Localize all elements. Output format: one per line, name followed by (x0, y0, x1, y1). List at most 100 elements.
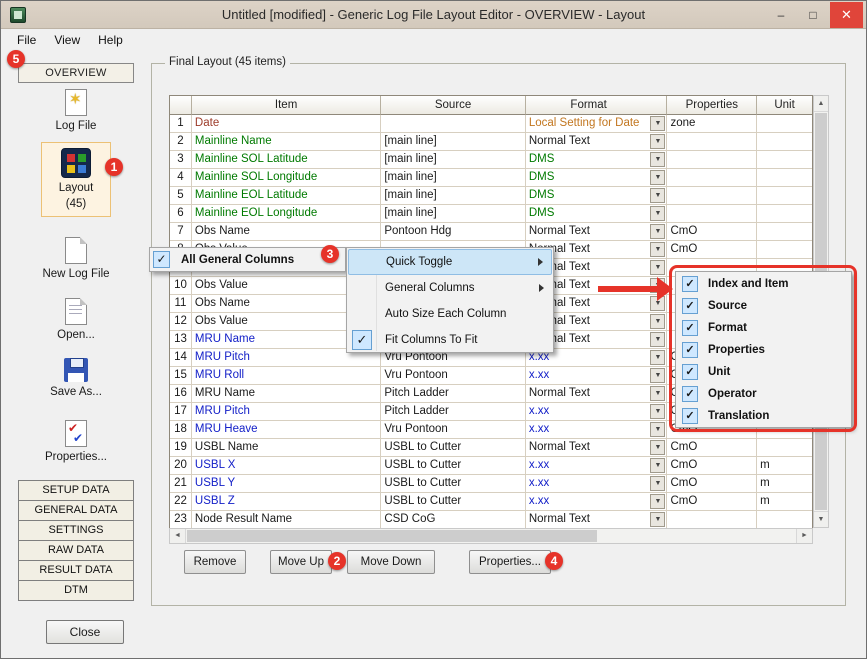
minimize-button[interactable]: – (766, 2, 796, 28)
unit-cell (757, 241, 812, 259)
menu-checkbox-icon[interactable]: ✓ (352, 330, 372, 350)
format-dropdown-button[interactable]: ▼ (650, 260, 665, 275)
sidebar-button-raw-data[interactable]: RAW DATA (18, 540, 134, 561)
format-dropdown-button[interactable]: ▼ (650, 332, 665, 347)
format-dropdown-button[interactable]: ▼ (650, 242, 665, 257)
item-cell: MRU Pitch (192, 403, 381, 421)
column-header-format[interactable]: Format (526, 96, 668, 115)
format-dropdown-button[interactable]: ▼ (650, 440, 665, 455)
close-button[interactable]: Close (46, 620, 124, 644)
sidebar-item-new-log-file[interactable]: New Log File (26, 237, 126, 280)
column-header-source[interactable]: Source (381, 96, 526, 115)
format-dropdown-button[interactable]: ▼ (650, 458, 665, 473)
format-dropdown-button[interactable]: ▼ (650, 422, 665, 437)
table-row[interactable]: 2Mainline Name[main line]Normal Text▼ (170, 133, 812, 151)
properties-button[interactable]: Properties... (469, 550, 551, 574)
annotation-arrow (598, 286, 658, 292)
scroll-down-icon[interactable]: ▼ (814, 511, 828, 527)
unit-cell (757, 205, 812, 223)
row-number: 15 (170, 367, 192, 385)
horizontal-scrollbar[interactable]: ◄ ► (169, 528, 813, 544)
format-dropdown-button[interactable]: ▼ (650, 350, 665, 365)
table-row[interactable]: 1DateLocal Setting for Date▼zone (170, 115, 812, 133)
move-down-button[interactable]: Move Down (347, 550, 435, 574)
move-up-button[interactable]: Move Up (270, 550, 332, 574)
menu-item-fit-columns-to-fit[interactable]: Fit Columns To Fit✓ (348, 327, 552, 353)
format-dropdown-button[interactable]: ▼ (650, 170, 665, 185)
format-value: Normal Text (529, 135, 590, 147)
column-header-properties[interactable]: Properties (667, 96, 757, 115)
sidebar-button-setup-data[interactable]: SETUP DATA (18, 480, 134, 501)
format-cell: x.xx▼ (526, 403, 668, 421)
table-row[interactable]: 4Mainline SOL Longitude[main line]DMS▼ (170, 169, 812, 187)
format-dropdown-button[interactable]: ▼ (650, 512, 665, 527)
format-dropdown-button[interactable]: ▼ (650, 188, 665, 203)
menu-view[interactable]: View (45, 29, 89, 51)
format-value: x.xx (529, 423, 549, 435)
format-dropdown-button[interactable]: ▼ (650, 134, 665, 149)
sidebar-button-result-data[interactable]: RESULT DATA (18, 560, 134, 581)
menu-help[interactable]: Help (89, 29, 132, 51)
maximize-button[interactable]: □ (798, 2, 828, 28)
menu-checkbox-icon[interactable]: ✓ (153, 251, 170, 268)
format-dropdown-button[interactable]: ▼ (650, 368, 665, 383)
sidebar-item-save-as[interactable]: Save As... (26, 358, 126, 398)
format-dropdown-button[interactable]: ▼ (650, 116, 665, 131)
save-as-icon (64, 358, 88, 382)
format-value: x.xx (529, 477, 549, 489)
scroll-left-icon[interactable]: ◄ (170, 529, 186, 543)
column-header-unit[interactable]: Unit (757, 96, 812, 115)
table-row[interactable]: 7Obs NamePontoon HdgNormal Text▼CmO (170, 223, 812, 241)
format-cell: x.xx▼ (526, 457, 668, 475)
sidebar-item-layout[interactable]: Layout(45) (41, 142, 111, 217)
format-dropdown-button[interactable]: ▼ (650, 314, 665, 329)
table-row[interactable]: 22USBL ZUSBL to Cutterx.xx▼CmOm (170, 493, 812, 511)
scroll-right-icon[interactable]: ► (796, 529, 812, 543)
table-row[interactable]: 23Node Result NameCSD CoGNormal Text▼ (170, 511, 812, 529)
sidebar-button-settings[interactable]: SETTINGS (18, 520, 134, 541)
format-value: Local Setting for Date (529, 117, 640, 129)
format-dropdown-button[interactable]: ▼ (650, 206, 665, 221)
sidebar-item-log-file[interactable]: Log File (26, 89, 126, 132)
remove-button[interactable]: Remove (184, 550, 246, 574)
sidebar-button-dtm[interactable]: DTM (18, 580, 134, 601)
format-dropdown-button[interactable]: ▼ (650, 386, 665, 401)
item-cell: USBL Name (192, 439, 381, 457)
format-dropdown-button[interactable]: ▼ (650, 404, 665, 419)
menu-item-all-general-columns[interactable]: ✓All General Columns (150, 248, 345, 271)
row-number: 14 (170, 349, 192, 367)
row-number: 3 (170, 151, 192, 169)
sidebar-button-general-data[interactable]: GENERAL DATA (18, 500, 134, 521)
menu-item-general-columns[interactable]: General Columns (348, 275, 552, 301)
overview-button[interactable]: OVERVIEW (18, 63, 134, 83)
menu-item-auto-size-each-column[interactable]: Auto Size Each Column (348, 301, 552, 327)
format-dropdown-button[interactable]: ▼ (650, 476, 665, 491)
properties-cell (667, 187, 757, 205)
format-value: Normal Text (529, 441, 590, 453)
column-header-item[interactable]: Item (192, 96, 381, 115)
sidebar-item-properties[interactable]: Properties... (26, 420, 126, 463)
table-row[interactable]: 20USBL XUSBL to Cutterx.xx▼CmOm (170, 457, 812, 475)
format-dropdown-button[interactable]: ▼ (650, 224, 665, 239)
table-row[interactable]: 21USBL YUSBL to Cutterx.xx▼CmOm (170, 475, 812, 493)
format-dropdown-button[interactable]: ▼ (650, 152, 665, 167)
column-header-index[interactable] (170, 96, 192, 115)
menu-file[interactable]: File (8, 29, 45, 51)
scroll-up-icon[interactable]: ▲ (814, 96, 828, 112)
item-cell: USBL Z (192, 493, 381, 511)
groupbox-title: Final Layout (45 items) (165, 56, 290, 68)
sidebar-item-open[interactable]: Open... (26, 298, 126, 341)
sidebar-item-label: Layout (42, 182, 110, 194)
horizontal-scroll-thumb[interactable] (187, 530, 597, 542)
table-row[interactable]: 5Mainline EOL Latitude[main line]DMS▼ (170, 187, 812, 205)
close-window-button[interactable]: ✕ (830, 2, 863, 28)
format-value: Normal Text (529, 387, 590, 399)
table-row[interactable]: 6Mainline EOL Longitude[main line]DMS▼ (170, 205, 812, 223)
item-cell: Mainline SOL Latitude (192, 151, 381, 169)
submenu-arrow-icon (539, 284, 544, 292)
menu-item-quick-toggle[interactable]: Quick Toggle (348, 249, 552, 275)
source-cell (381, 115, 526, 133)
format-dropdown-button[interactable]: ▼ (650, 494, 665, 509)
table-row[interactable]: 19USBL NameUSBL to CutterNormal Text▼CmO (170, 439, 812, 457)
table-row[interactable]: 3Mainline SOL Latitude[main line]DMS▼ (170, 151, 812, 169)
